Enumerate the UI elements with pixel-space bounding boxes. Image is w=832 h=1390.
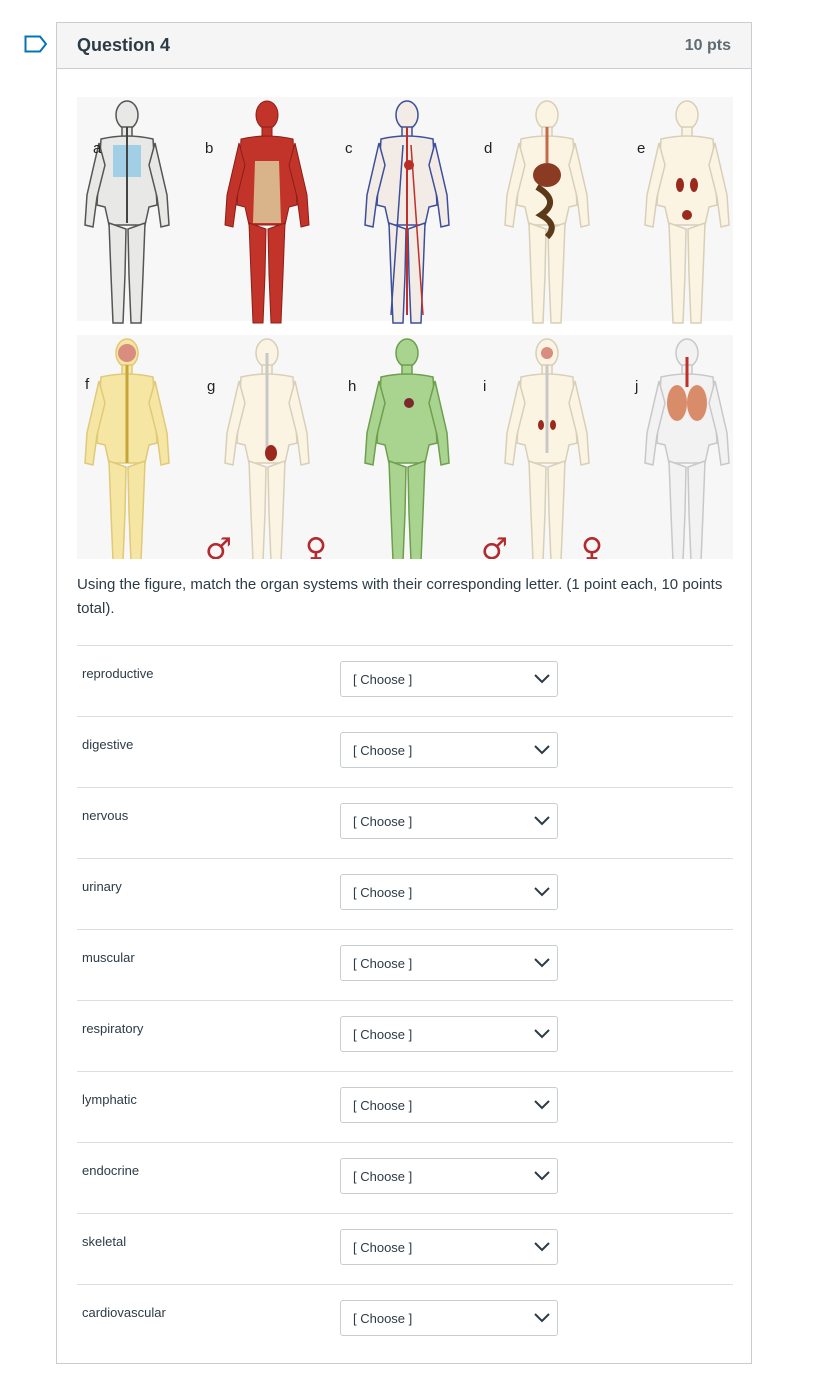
match-label: reproductive bbox=[82, 666, 154, 681]
male-symbol-i: ♂ bbox=[481, 532, 508, 559]
match-label: nervous bbox=[82, 808, 129, 823]
chevron-down-icon bbox=[534, 1171, 550, 1181]
match-label: urinary bbox=[82, 879, 122, 894]
match-row-urinary: urinary [ Choose ] bbox=[77, 858, 733, 929]
answer-select-lymphatic[interactable]: [ Choose ] bbox=[340, 1087, 558, 1123]
answer-select-muscular[interactable]: [ Choose ] bbox=[340, 945, 558, 981]
female-symbol-i: ♀ bbox=[581, 532, 603, 559]
chevron-down-icon bbox=[534, 745, 550, 755]
match-row-cardiovascular: cardiovascular [ Choose ] bbox=[77, 1284, 733, 1355]
select-value: [ Choose ] bbox=[353, 1168, 413, 1184]
match-label: lymphatic bbox=[82, 1092, 137, 1107]
answer-select-nervous[interactable]: [ Choose ] bbox=[340, 803, 558, 839]
figure-label-b: b bbox=[205, 140, 213, 157]
figure-label-g: g bbox=[207, 378, 215, 395]
select-value: [ Choose ] bbox=[353, 1026, 413, 1042]
question-header: Question 4 10 pts bbox=[57, 23, 751, 69]
answer-select-skeletal[interactable]: [ Choose ] bbox=[340, 1229, 558, 1265]
match-row-respiratory: respiratory [ Choose ] bbox=[77, 1000, 733, 1071]
chevron-down-icon bbox=[534, 1313, 550, 1323]
figure-label-c: c bbox=[345, 140, 353, 157]
figure-label-j: j bbox=[634, 378, 638, 395]
match-label: endocrine bbox=[82, 1163, 140, 1178]
question-points: 10 pts bbox=[684, 36, 731, 54]
female-symbol-g: ♀ bbox=[305, 532, 327, 559]
match-row-skeletal: skeletal [ Choose ] bbox=[77, 1213, 733, 1284]
select-value: [ Choose ] bbox=[353, 671, 413, 687]
figure-label-h: h bbox=[348, 378, 356, 395]
chevron-down-icon bbox=[534, 1100, 550, 1110]
answer-select-urinary[interactable]: [ Choose ] bbox=[340, 874, 558, 910]
match-label: cardiovascular bbox=[82, 1305, 166, 1320]
chevron-down-icon bbox=[534, 674, 550, 684]
match-row-reproductive: reproductive [ Choose ] bbox=[77, 645, 733, 716]
question-title: Question 4 bbox=[77, 35, 171, 55]
match-label: respiratory bbox=[82, 1021, 144, 1036]
match-label: skeletal bbox=[82, 1234, 127, 1249]
select-value: [ Choose ] bbox=[353, 1310, 413, 1326]
figure-label-i: i bbox=[483, 378, 486, 395]
matching-list: reproductive [ Choose ] digestive [ Choo… bbox=[77, 645, 733, 1355]
chevron-down-icon bbox=[534, 1029, 550, 1039]
match-row-digestive: digestive [ Choose ] bbox=[77, 716, 733, 787]
chevron-down-icon bbox=[534, 1242, 550, 1252]
match-row-lymphatic: lymphatic [ Choose ] bbox=[77, 1071, 733, 1142]
answer-select-endocrine[interactable]: [ Choose ] bbox=[340, 1158, 558, 1194]
match-row-nervous: nervous [ Choose ] bbox=[77, 787, 733, 858]
answer-select-cardiovascular[interactable]: [ Choose ] bbox=[340, 1300, 558, 1336]
chevron-down-icon bbox=[534, 816, 550, 826]
question-card: Question 4 10 pts a b c d e f g h i j ♂ … bbox=[56, 22, 752, 1364]
answer-select-reproductive[interactable]: [ Choose ] bbox=[340, 661, 558, 697]
answer-select-digestive[interactable]: [ Choose ] bbox=[340, 732, 558, 768]
match-row-muscular: muscular [ Choose ] bbox=[77, 929, 733, 1000]
select-value: [ Choose ] bbox=[353, 1239, 413, 1255]
select-value: [ Choose ] bbox=[353, 1097, 413, 1113]
select-value: [ Choose ] bbox=[353, 742, 413, 758]
figure-label-e: e bbox=[637, 140, 645, 157]
match-label: muscular bbox=[82, 950, 135, 965]
answer-select-respiratory[interactable]: [ Choose ] bbox=[340, 1016, 558, 1052]
select-value: [ Choose ] bbox=[353, 813, 413, 829]
select-value: [ Choose ] bbox=[353, 884, 413, 900]
match-row-endocrine: endocrine [ Choose ] bbox=[77, 1142, 733, 1213]
organ-systems-figure: a b c d e f g h i j ♂ ♀ ♂ ♀ bbox=[77, 97, 733, 559]
chevron-down-icon bbox=[534, 958, 550, 968]
bookmark-flag-icon[interactable] bbox=[24, 35, 48, 53]
figure-label-d: d bbox=[484, 140, 492, 157]
question-prompt: Using the figure, match the organ system… bbox=[77, 576, 723, 617]
match-label: digestive bbox=[82, 737, 134, 752]
male-symbol-g: ♂ bbox=[205, 532, 232, 559]
figure-label-a: a bbox=[93, 140, 102, 157]
chevron-down-icon bbox=[534, 887, 550, 897]
select-value: [ Choose ] bbox=[353, 955, 413, 971]
